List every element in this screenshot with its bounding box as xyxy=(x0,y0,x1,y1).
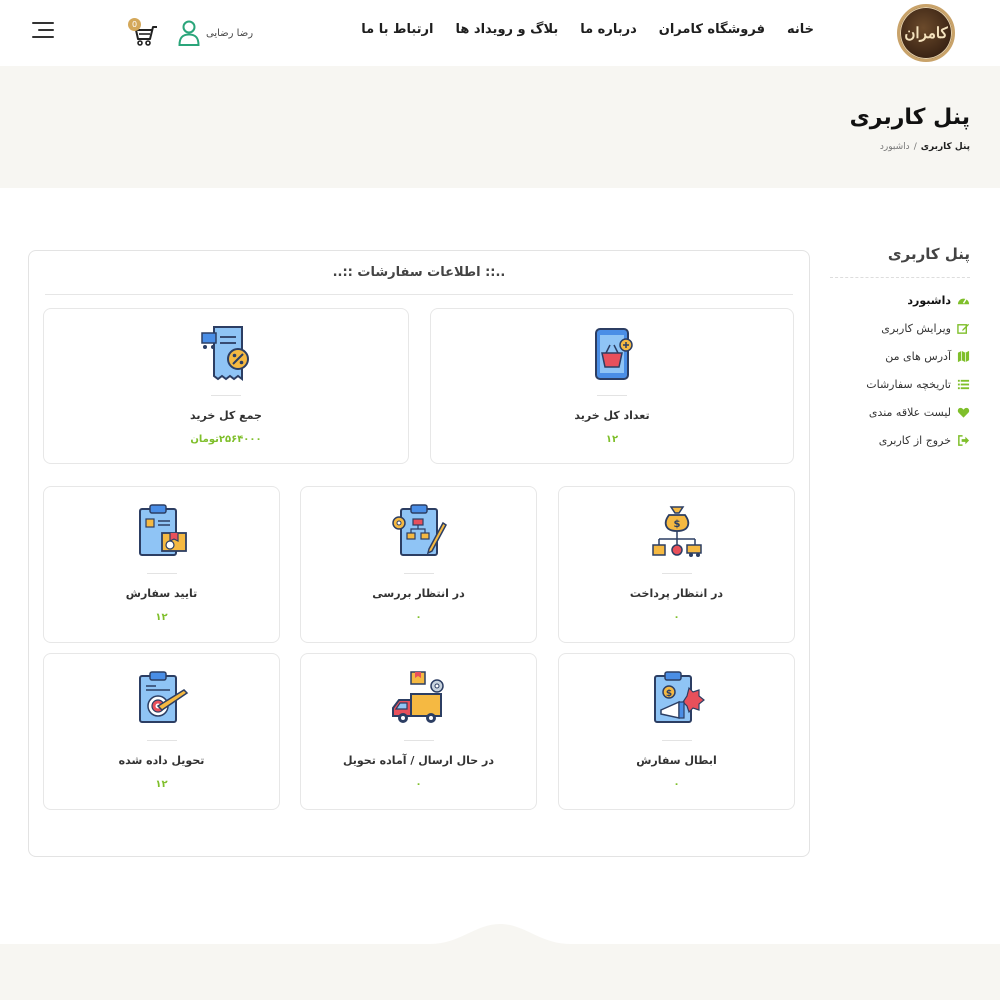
edit-icon xyxy=(957,323,970,334)
stat-card-total-purchases: تعداد کل خرید ۱۲ xyxy=(430,308,794,464)
sidebar-item-addresses[interactable]: آدرس های من xyxy=(830,342,970,370)
hamburger-menu-icon[interactable] xyxy=(32,22,54,42)
card-value: ۰ xyxy=(415,779,422,790)
sign-out-icon xyxy=(958,434,970,446)
nav-item-home[interactable]: خانه xyxy=(787,22,814,37)
user-name: رضا رضایی xyxy=(206,27,254,39)
sidebar-item-label: خروج از کاربری xyxy=(878,433,951,447)
card-label: ابطال سفارش xyxy=(636,754,717,767)
user-account[interactable]: رضا رضایی xyxy=(178,20,253,46)
list-icon xyxy=(957,379,970,389)
stat-card-order-canceled: $ ابطال سفارش ۰ xyxy=(558,653,795,810)
main-nav: خانه فروشگاه کامران درباره ما بلاگ و روی… xyxy=(361,22,814,37)
stat-card-awaiting-payment: $ در انتظار پرداخت ۰ xyxy=(558,486,795,643)
map-icon xyxy=(957,350,970,362)
logo-text: کامران xyxy=(904,24,948,42)
card-separator xyxy=(597,395,627,396)
card-value: ۰ xyxy=(673,612,680,623)
delivery-truck-icon xyxy=(391,671,444,723)
user-panel-sidebar: پنل کاربری داشبورد ویرایش کاربری آدرس ها… xyxy=(830,245,970,454)
card-value: ۰ xyxy=(673,779,680,790)
card-label: جمع کل خرید xyxy=(190,409,262,422)
card-separator xyxy=(211,395,241,396)
sidebar-title: پنل کاربری xyxy=(830,245,970,278)
site-footer xyxy=(0,944,1000,1000)
nav-item-about[interactable]: درباره ما xyxy=(580,22,637,37)
sidebar-item-label: آدرس های من xyxy=(885,349,951,363)
sidebar-item-label: تاریخچه سفارشات xyxy=(866,377,951,391)
heart-icon xyxy=(957,407,970,418)
clipboard-workflow-icon xyxy=(391,504,447,556)
clipboard-cancel-megaphone-icon: $ xyxy=(653,671,705,723)
card-separator xyxy=(403,740,434,741)
receipt-discount-icon xyxy=(201,326,249,381)
svg-text:$: $ xyxy=(665,689,671,699)
sidebar-item-logout[interactable]: خروج از کاربری xyxy=(830,426,970,454)
card-label: تایید سفارش xyxy=(125,587,198,600)
card-value: ۱۲ xyxy=(605,434,619,445)
cart-button[interactable]: 0 xyxy=(128,18,160,48)
stat-card-total-amount: جمع کل خرید ۲۵۶۴۰۰۰تومان xyxy=(43,308,409,464)
money-bag-distribution-icon: $ xyxy=(651,506,702,557)
nav-item-contact[interactable]: ارتباط با ما xyxy=(361,22,433,37)
card-label: تعداد کل خرید xyxy=(574,409,650,422)
card-label: تحویل داده شده xyxy=(118,754,205,767)
nav-item-shop[interactable]: فروشگاه کامران xyxy=(659,22,765,37)
card-label: در حال ارسال / آماده تحویل xyxy=(342,754,495,767)
user-icon xyxy=(178,20,200,46)
stat-card-delivered: تحویل داده شده ۱۲ xyxy=(43,653,280,810)
svg-text:$: $ xyxy=(673,519,680,530)
dashboard-icon xyxy=(957,297,970,304)
sidebar-menu: داشبورد ویرایش کاربری آدرس های من تاریخچ… xyxy=(830,286,970,454)
sidebar-item-label: لیست علاقه مندی xyxy=(868,405,951,419)
card-separator xyxy=(146,740,177,741)
card-value: ۲۵۶۴۰۰۰تومان xyxy=(190,434,262,445)
top-header: کامران خانه فروشگاه کامران درباره ما بلا… xyxy=(0,0,1000,66)
breadcrumb-dashboard: داشبورد xyxy=(879,142,910,152)
card-label: در انتظار بررسی xyxy=(372,587,465,600)
page-title: پنل کاربری xyxy=(849,105,970,130)
sidebar-item-dashboard[interactable]: داشبورد xyxy=(830,286,970,314)
card-value: ۰ xyxy=(415,612,422,623)
nav-item-blog[interactable]: بلاگ و رویداد ها xyxy=(456,22,559,37)
sidebar-item-wishlist[interactable]: لیست علاقه مندی xyxy=(830,398,970,426)
card-separator xyxy=(403,573,434,574)
breadcrumb-user-panel[interactable]: پنل کاربری xyxy=(921,142,970,152)
card-separator xyxy=(146,573,177,574)
orders-info-panel: ..:: اطلاعات سفارشات ::.. تعداد کل خرید … xyxy=(28,250,810,857)
card-label: در انتظار پرداخت xyxy=(629,587,724,600)
stat-card-pending-review: در انتظار بررسی ۰ xyxy=(300,486,537,643)
panel-title: ..:: اطلاعات سفارشات ::.. xyxy=(45,265,793,295)
card-value: ۱۲ xyxy=(155,779,168,790)
breadcrumb: پنل کاربری / داشبورد xyxy=(880,142,970,152)
sidebar-item-label: ویرایش کاربری xyxy=(881,321,951,335)
clipboard-package-icon xyxy=(138,504,187,556)
card-separator xyxy=(661,573,692,574)
sidebar-item-edit-profile[interactable]: ویرایش کاربری xyxy=(830,314,970,342)
shopping-basket-phone-icon xyxy=(595,328,633,380)
card-separator xyxy=(661,740,692,741)
breadcrumb-separator: / xyxy=(913,142,917,152)
sidebar-item-order-history[interactable]: تاریخچه سفارشات xyxy=(830,370,970,398)
clipboard-target-icon xyxy=(138,671,188,723)
sidebar-item-label: داشبورد xyxy=(907,293,951,307)
stat-card-shipping: در حال ارسال / آماده تحویل ۰ xyxy=(300,653,537,810)
site-logo[interactable]: کامران xyxy=(897,4,955,62)
banner-wave-divider xyxy=(0,150,1000,188)
stat-card-order-confirmed: تایید سفارش ۱۲ xyxy=(43,486,280,643)
cart-count-badge: 0 xyxy=(128,18,141,31)
card-value: ۱۲ xyxy=(155,612,168,623)
